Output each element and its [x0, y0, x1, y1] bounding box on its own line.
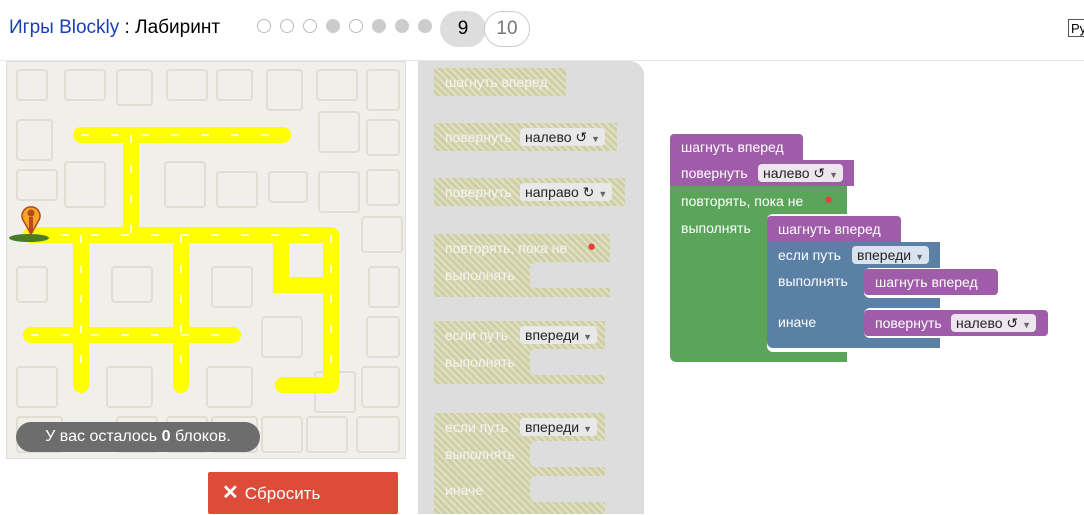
- title-separator: :: [119, 17, 136, 38]
- toolbox-do-label: выполнять: [445, 267, 515, 283]
- reset-button[interactable]: ✕ Сбросить: [208, 472, 398, 514]
- goal-marker-icon: ●: [587, 238, 597, 255]
- turn-block[interactable]: повернуть налево ↺ ▼: [670, 160, 854, 186]
- toolbox-do-label: выполнять: [445, 446, 515, 462]
- chevron-down-icon: ▼: [583, 424, 592, 434]
- turn-direction-dropdown[interactable]: налево ↺ ▼: [951, 314, 1037, 332]
- close-icon: ✕: [222, 482, 239, 504]
- next-level-button[interactable]: 10: [484, 11, 530, 47]
- if-direction-value: впереди: [857, 247, 912, 263]
- toolbox-if-direction-value: впереди: [525, 419, 580, 435]
- toolbox-turn-label: повернуть: [445, 129, 512, 145]
- toolbox-turn-direction-dropdown[interactable]: налево ↺ ▼: [520, 128, 606, 146]
- else-label: иначе: [778, 314, 817, 330]
- move-forward-label: шагнуть вперед: [778, 221, 881, 237]
- toolbox-turn-right-block[interactable]: повернуть направо ↻ ▼: [434, 178, 625, 206]
- turn-label: повернуть: [681, 165, 748, 181]
- move-forward-block[interactable]: шагнуть вперед: [864, 269, 998, 295]
- toolbox-turn-left-block[interactable]: повернуть налево ↺ ▼: [434, 123, 617, 151]
- toolbox-turn-direction-value: налево ↺: [525, 129, 588, 145]
- level-3-dot[interactable]: [303, 19, 317, 33]
- toolbox-if-label: если путь: [445, 327, 508, 343]
- game-name: Лабиринт: [135, 17, 221, 38]
- chevron-down-icon: ▼: [583, 332, 592, 342]
- toolbox-if-else-block[interactable]: если путь впереди ▼ выполнять иначе: [434, 413, 605, 514]
- reset-label: Сбросить: [244, 484, 321, 503]
- remaining-suffix: блоков.: [170, 428, 231, 445]
- toolbox-else-label: иначе: [445, 482, 484, 498]
- level-1-dot[interactable]: [257, 19, 271, 33]
- toolbox-if-block[interactable]: если путь впереди ▼ выполнять: [434, 321, 605, 384]
- move-forward-block[interactable]: шагнуть вперед: [767, 216, 901, 242]
- level-5-dot[interactable]: [349, 19, 363, 33]
- toolbox-if-label: если путь: [445, 419, 508, 435]
- block-toolbox: шагнуть вперед повернуть налево ↺ ▼ повер…: [418, 61, 644, 514]
- chevron-down-icon: ▼: [1022, 320, 1032, 330]
- level-8-dot[interactable]: [418, 19, 432, 33]
- level-6-dot[interactable]: [372, 19, 386, 33]
- do-label: выполнять: [681, 220, 751, 236]
- toolbox-turn-label: повернуть: [445, 184, 512, 200]
- toolbox-if-direction-dropdown[interactable]: впереди ▼: [520, 418, 597, 436]
- move-forward-label: шагнуть вперед: [681, 139, 784, 155]
- toolbox-do-label: выполнять: [445, 354, 515, 370]
- level-4-dot[interactable]: [326, 19, 340, 33]
- turn-direction-value: налево ↺: [763, 165, 826, 181]
- if-label: если путь: [778, 247, 841, 263]
- games-link[interactable]: Игры Blockly: [9, 17, 119, 38]
- current-level-button[interactable]: 9: [440, 11, 486, 47]
- goal-marker-icon: ●: [824, 191, 834, 208]
- toolbox-move-forward-block[interactable]: шагнуть вперед: [434, 68, 566, 96]
- chevron-down-icon: ▼: [915, 252, 924, 262]
- header-bar: Игры Blockly : Лабиринт 9 10 Ру: [0, 0, 1084, 61]
- marker-icon: [9, 206, 49, 242]
- toolbox-repeat-label: повторять, пока не: [445, 240, 568, 256]
- language-button[interactable]: Ру: [1068, 19, 1084, 37]
- repeat-label: повторять, пока не: [681, 193, 804, 209]
- remaining-count: 0: [161, 428, 171, 445]
- turn-block[interactable]: повернуть налево ↺ ▼: [864, 310, 1048, 336]
- toolbox-turn-direction-dropdown[interactable]: направо ↻ ▼: [520, 183, 613, 201]
- turn-direction-value: налево ↺: [956, 315, 1019, 331]
- if-direction-dropdown[interactable]: впереди ▼: [852, 246, 929, 264]
- page-title: Игры Blockly : Лабиринт: [9, 17, 220, 39]
- turn-label: повернуть: [875, 315, 942, 331]
- maze-board: [6, 61, 406, 459]
- if-do-label: выполнять: [778, 273, 848, 289]
- remaining-blocks-badge: У вас осталось 0 блоков.: [16, 422, 260, 452]
- chevron-down-icon: ▼: [598, 189, 608, 199]
- remaining-prefix: У вас осталось: [45, 428, 162, 445]
- level-2-dot[interactable]: [280, 19, 294, 33]
- turn-direction-dropdown[interactable]: налево ↺ ▼: [758, 164, 844, 182]
- level-7-dot[interactable]: [395, 19, 409, 33]
- chevron-down-icon: ▼: [829, 170, 839, 180]
- move-forward-block[interactable]: шагнуть вперед: [670, 134, 803, 160]
- chevron-down-icon: ▼: [591, 134, 601, 144]
- toolbox-move-forward-label: шагнуть вперед: [445, 74, 548, 90]
- toolbox-turn-direction-value: направо ↻: [525, 184, 595, 200]
- toolbox-if-direction-value: впереди: [525, 327, 580, 343]
- toolbox-if-direction-dropdown[interactable]: впереди ▼: [520, 326, 597, 344]
- maze-drawing: [9, 69, 403, 453]
- move-forward-label: шагнуть вперед: [875, 274, 978, 290]
- toolbox-repeat-until-block[interactable]: повторять, пока не ● выполнять: [434, 234, 610, 297]
